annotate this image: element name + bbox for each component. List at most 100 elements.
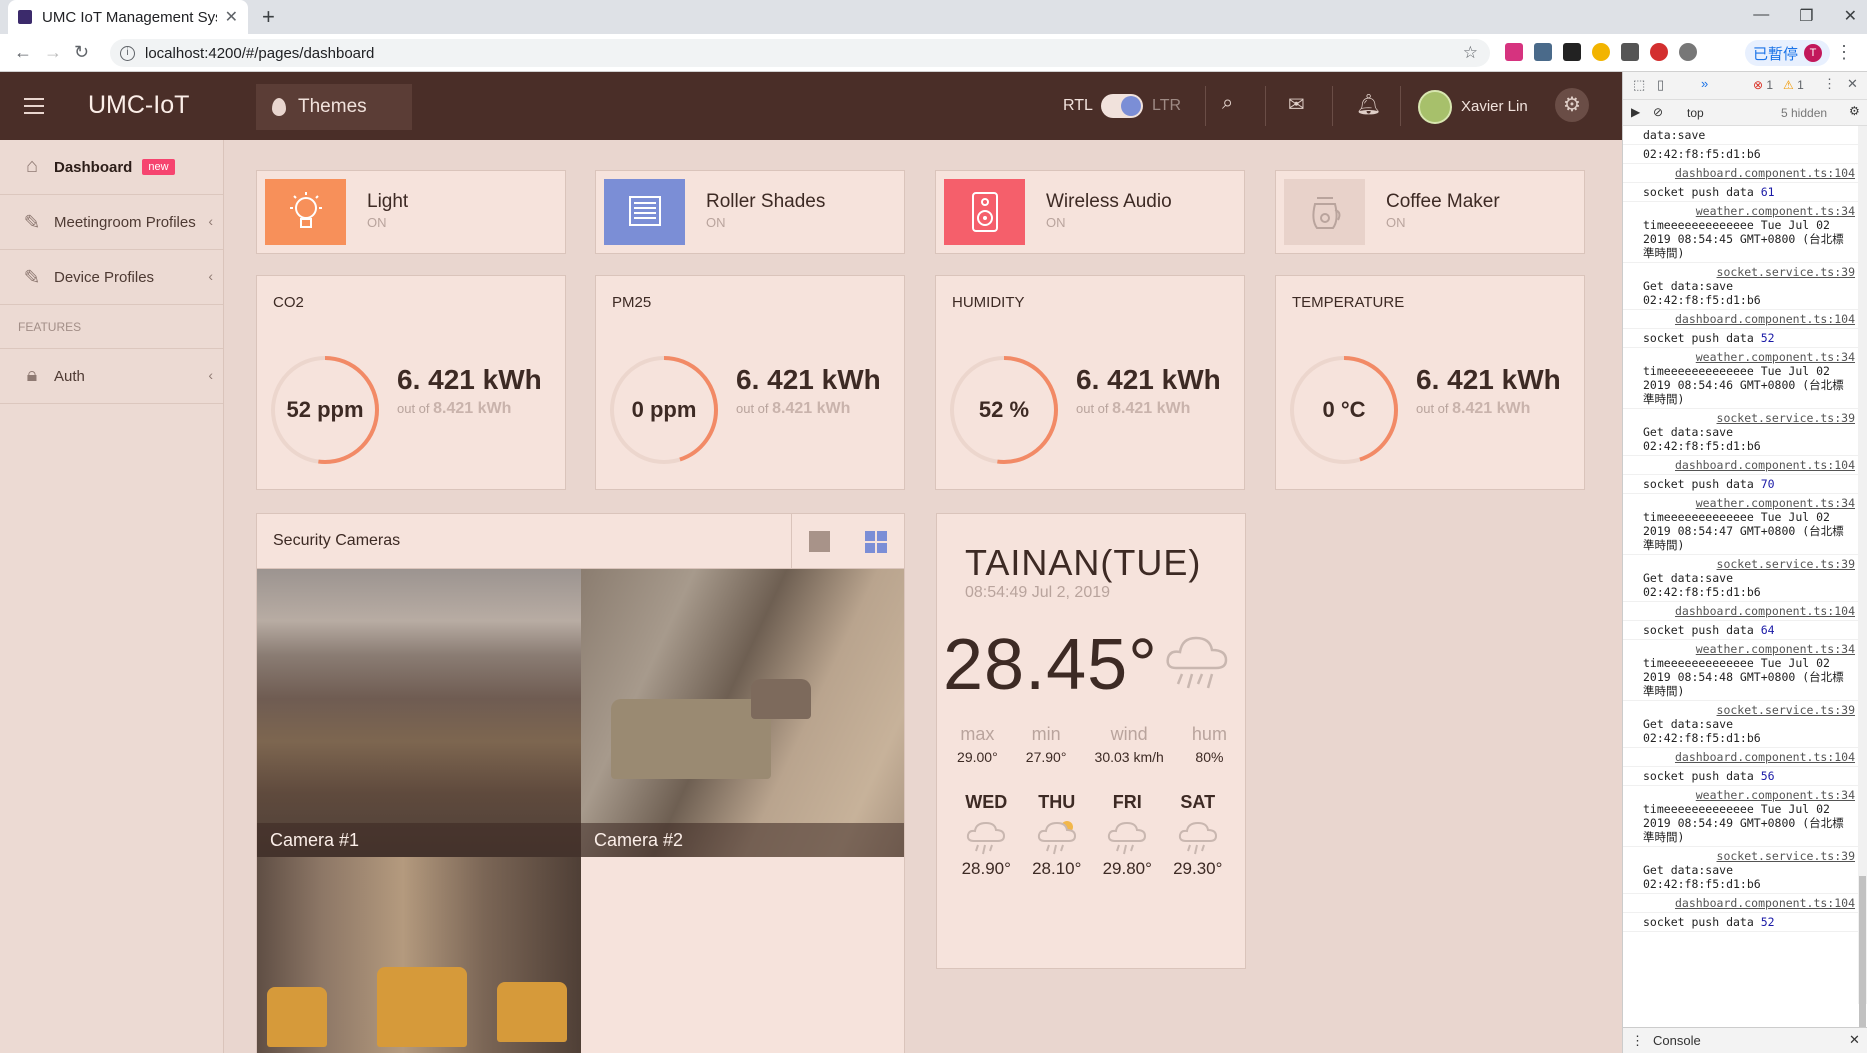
user-avatar[interactable] (1418, 90, 1452, 124)
sidebar-section-features: FEATURES (0, 305, 223, 349)
console-scrollbar[interactable] (1858, 126, 1867, 1053)
status-card-state: ON (1046, 215, 1066, 230)
log-text: Get data:save 02:42:f8:f5:d1:b6 (1643, 425, 1761, 453)
status-card-wireless-audio[interactable]: Wireless Audio ON (935, 170, 1245, 254)
inspect-icon[interactable]: ⬚ (1633, 77, 1645, 93)
forecast-day: THU 28.10° (1027, 792, 1087, 879)
search-icon[interactable]: ⌕ (1222, 92, 1233, 115)
back-icon[interactable]: ← (14, 42, 32, 63)
new-tab-icon[interactable]: + (262, 4, 275, 30)
close-tab-icon[interactable]: ✕ (225, 7, 238, 27)
console-log-entry: socket push data 61 (1623, 183, 1859, 202)
log-text: timeeeeeeeeeeeee Tue Jul 02 2019 08:54:4… (1643, 364, 1844, 406)
forecast-day: SAT 29.30° (1168, 792, 1228, 879)
log-source-link[interactable]: weather.component.ts:34 (1643, 788, 1855, 802)
sidebar-toggle-icon[interactable]: ▶ (1631, 105, 1640, 119)
log-source-link[interactable]: weather.component.ts:34 (1643, 496, 1855, 510)
clear-console-icon[interactable]: ⊘ (1653, 105, 1663, 119)
metric-title: CO2 (273, 294, 304, 311)
log-source-link[interactable]: dashboard.component.ts:104 (1643, 458, 1855, 472)
status-card-title: Roller Shades (706, 191, 826, 212)
more-tabs-icon[interactable]: » (1701, 76, 1708, 91)
extension-icon[interactable] (1592, 43, 1610, 61)
device-toolbar-icon[interactable]: ▯ (1657, 77, 1664, 93)
log-source-link[interactable]: dashboard.component.ts:104 (1643, 312, 1855, 326)
sidebar-item-device-profiles[interactable]: ✎ Device Profiles ‹ (0, 250, 223, 305)
bell-icon[interactable]: 🔔︎ (1356, 92, 1381, 117)
status-card-title: Light (367, 191, 409, 212)
error-count[interactable]: ⊗ 1 (1753, 78, 1773, 92)
context-selector[interactable]: top (1687, 106, 1704, 120)
gear-icon[interactable]: ⚙ (1555, 88, 1589, 122)
log-text: socket push data (1643, 477, 1761, 491)
camera-feed[interactable] (257, 857, 581, 1053)
minimize-icon[interactable]: — (1753, 6, 1769, 26)
extension-icon[interactable] (1679, 43, 1697, 61)
browser-menu-icon[interactable]: ⋮ (1835, 42, 1853, 63)
reload-icon[interactable]: ↻ (74, 42, 89, 63)
console-log-entry: weather.component.ts:34 timeeeeeeeeeeeee … (1623, 494, 1859, 555)
log-source-link[interactable]: socket.service.ts:39 (1643, 849, 1855, 863)
sidebar-item-meetingroom-profiles[interactable]: ✎ Meetingroom Profiles ‹ (0, 195, 223, 250)
log-source-link[interactable]: socket.service.ts:39 (1643, 557, 1855, 571)
close-drawer-icon[interactable]: ✕ (1849, 1032, 1860, 1048)
log-source-link[interactable]: socket.service.ts:39 (1643, 703, 1855, 717)
browser-tab[interactable]: UMC IoT Management System ✕ (8, 0, 248, 34)
weather-stat-wind: wind 30.03 km/h (1095, 724, 1164, 765)
log-source-link[interactable]: socket.service.ts:39 (1643, 411, 1855, 425)
log-source-link[interactable]: weather.component.ts:34 (1643, 204, 1855, 218)
forward-icon[interactable]: → (44, 42, 62, 63)
console-log[interactable]: data:save 02:42:f8:f5:d1:b6 dashboard.comp… (1623, 126, 1859, 1004)
close-window-icon[interactable]: ✕ (1844, 6, 1857, 26)
single-view-icon[interactable] (809, 531, 830, 552)
app-logo[interactable]: UMC-IoT (88, 91, 189, 120)
console-log-entry: dashboard.component.ts:104 (1623, 894, 1859, 913)
user-name[interactable]: Xavier Lin (1461, 98, 1528, 115)
close-devtools-icon[interactable]: ✕ (1847, 76, 1858, 92)
url-field[interactable]: i localhost:4200/#/pages/dashboard ☆ (110, 39, 1490, 67)
error-count-value: 1 (1766, 78, 1774, 92)
bookmark-star-icon[interactable]: ☆ (1463, 43, 1478, 63)
log-source-link[interactable]: weather.component.ts:34 (1643, 642, 1855, 656)
status-card-roller-shades[interactable]: Roller Shades ON (595, 170, 905, 254)
hamburger-menu-icon[interactable] (24, 98, 44, 114)
edit-icon: ✎ (23, 267, 41, 289)
log-source-link[interactable]: dashboard.component.ts:104 (1643, 750, 1855, 764)
settings-icon[interactable]: ⚙ (1849, 104, 1860, 118)
extension-icon[interactable] (1621, 43, 1639, 61)
log-source-link[interactable]: dashboard.component.ts:104 (1643, 604, 1855, 618)
sidebar-item-dashboard[interactable]: ⌂ Dashboard new (0, 140, 223, 195)
status-card-light[interactable]: Light ON (256, 170, 566, 254)
weather-temperature: 28.45° (943, 625, 1158, 705)
tab-console[interactable]: Console (1653, 1033, 1701, 1048)
restore-icon[interactable]: ❐ (1799, 6, 1813, 26)
out-of-value: 8.421 kWh (1112, 400, 1191, 417)
themes-button[interactable]: Themes (256, 84, 412, 130)
sidebar-item-auth[interactable]: 🔒︎ Auth ‹ (0, 349, 223, 404)
camera-feed[interactable]: Camera #2 (581, 569, 904, 857)
drawer-menu-icon[interactable]: ⋮ (1631, 1033, 1644, 1049)
log-source-link[interactable]: dashboard.component.ts:104 (1643, 896, 1855, 910)
extension-icon[interactable] (1563, 43, 1581, 61)
status-card-coffee-maker[interactable]: Coffee Maker ON (1275, 170, 1585, 254)
hidden-count[interactable]: 5 hidden (1781, 106, 1827, 120)
mail-icon[interactable]: ✉ (1288, 92, 1305, 117)
grid-view-icon[interactable] (865, 531, 887, 553)
warning-count[interactable]: ⚠ 1 (1783, 78, 1804, 92)
camera-feed[interactable]: Camera #1 (257, 569, 581, 857)
status-card-title: Wireless Audio (1046, 191, 1172, 212)
gauge-value: 0 ppm (631, 397, 697, 422)
console-log-entry: data:save (1623, 126, 1859, 145)
chevron-left-icon: ‹ (208, 213, 213, 229)
log-source-link[interactable]: weather.component.ts:34 (1643, 350, 1855, 364)
info-icon[interactable]: i (120, 45, 135, 61)
app-header: UMC-IoT Themes RTL LTR ⌕ ✉ 🔔︎ Xavier Lin… (0, 72, 1622, 140)
direction-toggle[interactable] (1101, 94, 1143, 118)
log-source-link[interactable]: dashboard.component.ts:104 (1643, 166, 1855, 180)
extension-icon[interactable] (1505, 43, 1523, 61)
profile-button[interactable]: 已暫停 T (1745, 40, 1831, 66)
extension-icon[interactable] (1650, 43, 1668, 61)
devtools-menu-icon[interactable]: ⋮ (1823, 76, 1836, 92)
extension-icon[interactable] (1534, 43, 1552, 61)
log-source-link[interactable]: socket.service.ts:39 (1643, 265, 1855, 279)
